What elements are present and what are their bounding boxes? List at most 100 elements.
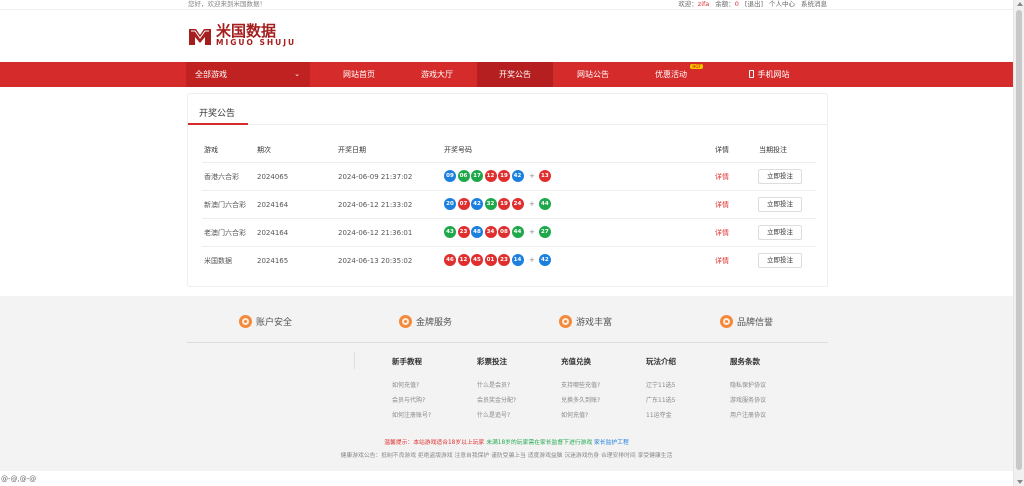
bet-now-button[interactable]: 立即投注 [758,253,802,268]
game-name: 香港六合彩 [204,173,239,181]
number-ball: 08 [498,226,510,238]
system-message-link[interactable]: 系统消息 [801,0,827,8]
footer-link[interactable]: 辽宁11选5 [646,378,676,393]
footer-link[interactable]: 会员与代购? [392,393,431,408]
healthy-gaming-notice: 健康游戏公告：抵制不良游戏 拒绝盗版游戏 注意自我保护 谨防受骗上当 适度游戏益… [340,453,673,459]
draw-numbers: 20 07 42 32 19 24 +44 [444,198,552,210]
bet-now-button[interactable]: 立即投注 [758,197,802,212]
greeting-text: 您好，欢迎来到米国数据！ [188,0,266,8]
logo-subtitle: MIGUO SHUJU [216,38,297,47]
detail-link[interactable]: 详情 [715,191,729,219]
footer-link[interactable]: 如何注册账号? [392,408,431,423]
medal-icon [720,315,733,328]
table-row: 香港六合彩 2024065 2024-06-09 21:37:02 09 06 17 12 1… [202,162,816,190]
footer-link[interactable]: 什么是追号? [477,408,516,423]
panel-divider [188,124,827,125]
issue-number: 2024164 [257,229,289,237]
detail-link[interactable]: 详情 [715,247,729,275]
footer-link[interactable]: 如何充值? [392,378,431,393]
footer-divider [187,342,828,343]
scroll-down-arrow-icon[interactable] [1017,480,1023,484]
site-logo[interactable]: 米国数据 MIGUO SHUJU [188,24,296,47]
number-ball: 09 [444,170,456,182]
footer-column-title: 充值兑换 [561,357,591,366]
logout-link[interactable]: [退出] [745,0,763,8]
welcome-label: 欢迎： [678,0,698,8]
footer-column: 彩票投注什么是会员? 会员奖金分配? 什么是追号? [477,356,516,423]
footer-link[interactable]: 用户注册协议 [730,408,766,423]
number-ball: 46 [444,254,456,266]
footer-column: 充值兑换支持哪些充值? 兑换多久到账? 如何充值? [561,356,600,423]
nav-home-label: 网站首页 [343,70,375,79]
col-issue: 期次 [257,146,271,154]
all-games-dropdown[interactable]: 全部游戏 ⌄ [186,62,310,87]
number-ball: 45 [471,254,483,266]
bet-now-button[interactable]: 立即投注 [758,169,802,184]
feature-rich-games: 游戏丰富 [559,315,612,328]
hot-badge: HOT [690,64,703,69]
nav-home[interactable]: 网站首页 [321,62,397,87]
footer-link[interactable]: 兑换多久到账? [561,393,600,408]
col-detail: 详情 [715,146,729,154]
footer-column: 新手教程 如何充值? 会员与代购? 如何注册账号? [392,356,431,423]
nav-promotions[interactable]: 优惠活动 HOT [633,62,709,87]
footer-link[interactable]: 会员奖金分配? [477,393,516,408]
page-scrollbar[interactable] [1013,0,1024,486]
plus-sign: + [529,228,535,236]
footer-link[interactable]: 支持哪些充值? [561,378,600,393]
detail-link[interactable]: 详情 [715,219,729,247]
special-number-ball: 44 [538,198,551,210]
parental-guardian-link[interactable]: 家长监护工程 [594,440,629,446]
phone-icon [748,70,754,78]
draw-numbers: 46 12 45 01 23 14 +42 [444,254,552,266]
footer-link[interactable]: 如何充值? [561,408,600,423]
footer-link[interactable]: 什么是会员? [477,378,516,393]
bet-now-button[interactable]: 立即投注 [758,225,802,240]
table-row: 新澳门六合彩 2024164 2024-06-12 21:33:02 20 07 42 32… [202,190,816,218]
detail-link[interactable]: 详情 [715,163,729,191]
top-bar-user-area: 欢迎：zifa 余额：0 [退出] 个人中心 系统消息 [678,0,827,8]
number-ball: 14 [511,254,524,266]
nav-site-notice[interactable]: 网站公告 [555,62,631,87]
col-bet: 当期投注 [759,146,787,154]
number-ball: 42 [471,198,483,210]
all-games-label: 全部游戏 [195,70,227,79]
panel-title: 开奖公告 [199,109,236,119]
shield-icon [239,315,252,328]
feature-gold-service: 金牌服务 [399,315,452,328]
feature-brand-reputation: 品牌信誉 [720,315,773,328]
scroll-up-arrow-icon[interactable] [1017,2,1023,6]
site-footer: 账户安全 金牌服务 游戏丰富 品牌信誉 新手教程 如何充值? 会员与代购? 如何注册账… [0,296,1013,471]
footer-link[interactable]: 隐私保护协议 [730,378,766,393]
plus-sign: + [529,256,535,264]
user-center-link[interactable]: 个人中心 [769,0,795,8]
scrollbar-thumb[interactable] [1016,10,1022,470]
nav-draw-results[interactable]: 开奖公告 [477,62,553,87]
special-number-ball: 42 [538,254,551,266]
nav-game-hall[interactable]: 游戏大厅 [399,62,475,87]
number-ball: 12 [457,254,470,266]
nav-mobile-site[interactable]: 手机网站 [731,62,807,87]
feature-label: 账户安全 [256,318,293,328]
nav-mobile-site-label: 手机网站 [757,70,790,79]
nav-site-notice-label: 网站公告 [577,70,609,79]
chevron-down-icon: ⌄ [294,70,300,78]
logo-title: 米国数据 [216,22,277,40]
col-numbers: 开奖号码 [444,146,472,154]
plus-sign: + [529,172,535,180]
number-ball: 44 [511,226,524,238]
footer-link[interactable]: 游戏服务协议 [730,393,766,408]
number-ball: 17 [471,170,483,182]
feature-label: 品牌信誉 [737,318,774,328]
footer-column: 服务条款 隐私保护协议 游戏服务协议 用户注册协议 [730,356,766,423]
footer-column-title: 玩法介绍 [646,357,676,366]
table-row: 老澳门六合彩 2024164 2024-06-12 21:36:01 43 23 48 34… [202,218,816,246]
col-game: 游戏 [204,146,218,154]
footer-link[interactable]: 广东11选5 [646,393,676,408]
special-number-ball: 13 [538,170,551,182]
username-link[interactable]: zifa [698,0,710,8]
number-ball: 19 [498,198,510,210]
footer-link[interactable]: 11运夺金 [646,408,676,423]
footer-column-title: 彩票投注 [477,357,507,366]
main-nav: 全部游戏 ⌄ 网站首页 游戏大厅 开奖公告 网站公告 优惠活动 HOT 手机网站 [0,62,1013,87]
